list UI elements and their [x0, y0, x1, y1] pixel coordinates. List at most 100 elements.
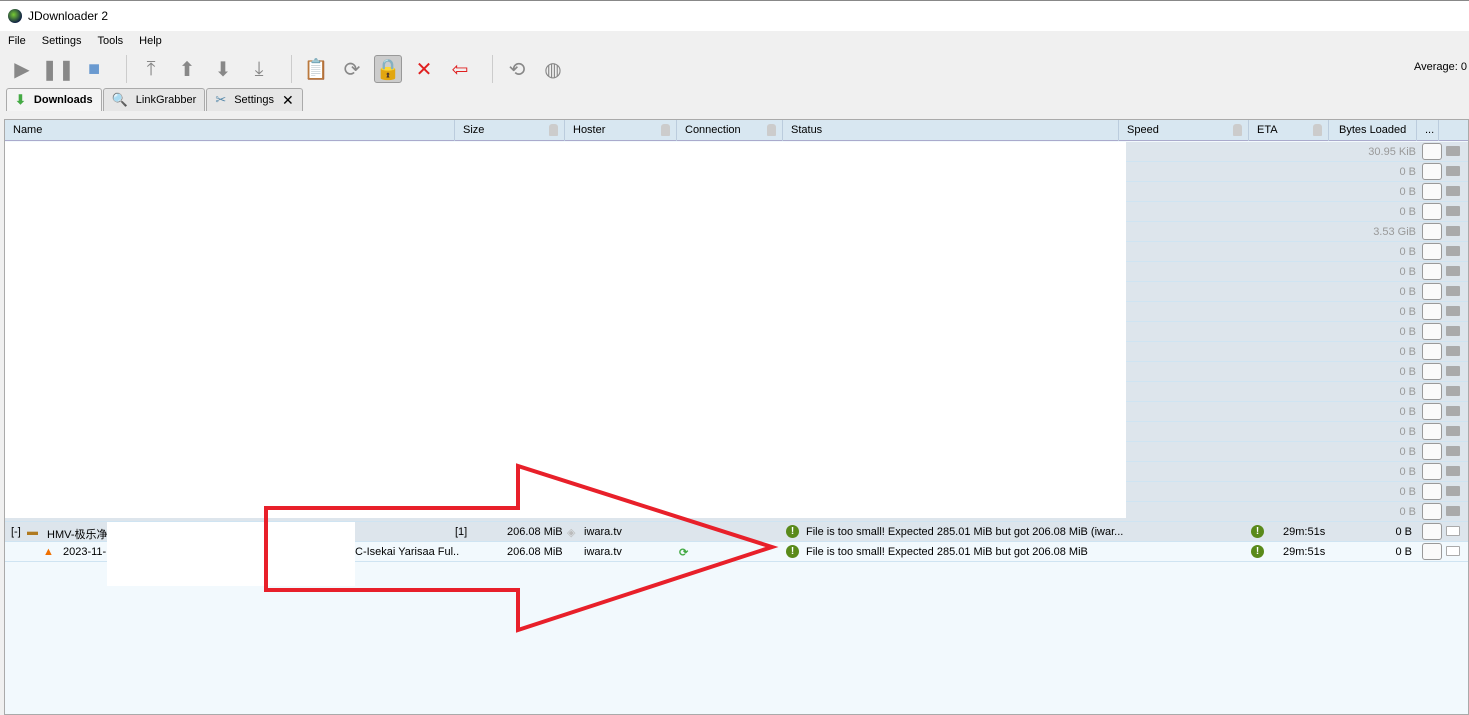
- bytes-loaded: 0 B: [1399, 246, 1416, 258]
- col-label: Bytes Loaded: [1339, 124, 1407, 136]
- toolbar-separator: [492, 55, 493, 83]
- clipboard-icon[interactable]: 📋: [302, 55, 330, 83]
- warning-icon: !: [786, 545, 799, 558]
- download-arrow-icon: ⬇: [15, 92, 26, 107]
- bytes-loaded: 0 B: [1399, 326, 1416, 338]
- stop-icon[interactable]: ■: [80, 55, 108, 83]
- folder-icon[interactable]: [1446, 346, 1460, 356]
- col-status[interactable]: Status: [783, 120, 1119, 141]
- progress-box: [1422, 183, 1442, 200]
- globe-icon[interactable]: ◍: [539, 55, 567, 83]
- col-label: Name: [13, 124, 43, 136]
- bytes-loaded: 0 B: [1399, 286, 1416, 298]
- bytes-loaded: 0 B: [1399, 266, 1416, 278]
- folder-icon[interactable]: [1446, 266, 1460, 276]
- col-connection[interactable]: Connection: [677, 120, 783, 141]
- premium-lock-icon[interactable]: 🔒: [374, 55, 402, 83]
- magnifier-icon: 🔍: [111, 92, 128, 107]
- remove-icon[interactable]: ✕: [410, 55, 438, 83]
- col-size[interactable]: Size: [455, 120, 565, 141]
- warning-icon: !: [1251, 545, 1264, 558]
- tab-label: Downloads: [33, 94, 93, 106]
- menu-help[interactable]: Help: [139, 35, 162, 47]
- progress-box: [1422, 463, 1442, 480]
- folder-icon[interactable]: [1446, 466, 1460, 476]
- col-name[interactable]: Name: [5, 120, 455, 141]
- bytes-loaded: 0 B: [1399, 506, 1416, 518]
- menu-tools[interactable]: Tools: [97, 35, 123, 47]
- progress-box: [1422, 243, 1442, 260]
- bytes-loaded: 0 B: [1399, 406, 1416, 418]
- col-eta[interactable]: ETA: [1249, 120, 1329, 141]
- lock-icon[interactable]: [1233, 124, 1242, 136]
- folder-icon[interactable]: [1446, 506, 1460, 516]
- move-bottom-icon[interactable]: ⤓: [245, 55, 273, 83]
- menu-settings[interactable]: Settings: [42, 35, 82, 47]
- folder-icon[interactable]: [1446, 386, 1460, 396]
- reconnect-icon[interactable]: ⟳: [338, 55, 366, 83]
- lock-icon[interactable]: [549, 124, 558, 136]
- expand-toggle[interactable]: [-]: [11, 526, 21, 538]
- progress-box: [1422, 543, 1442, 560]
- tab-downloads[interactable]: ⬇ Downloads: [6, 88, 102, 111]
- folder-icon[interactable]: [1446, 206, 1460, 216]
- tab-linkgrabber[interactable]: 🔍 LinkGrabber: [102, 88, 206, 111]
- folder-icon[interactable]: [1446, 406, 1460, 416]
- col-label: ...: [1425, 124, 1435, 136]
- col-bytes-loaded[interactable]: Bytes Loaded: [1329, 120, 1417, 141]
- lock-icon[interactable]: [1313, 124, 1322, 136]
- progress-box: [1422, 283, 1442, 300]
- start-icon[interactable]: ▶: [8, 55, 36, 83]
- col-hoster[interactable]: Hoster: [565, 120, 677, 141]
- menu-file[interactable]: File: [8, 35, 26, 47]
- progress-box: [1422, 323, 1442, 340]
- link-size: 206.08 MiB: [507, 546, 563, 558]
- package-eta: 29m:51s: [1283, 526, 1326, 538]
- folder-icon[interactable]: [1446, 426, 1460, 436]
- folder-icon[interactable]: [1446, 146, 1460, 156]
- window-title: JDownloader 2: [28, 9, 109, 23]
- folder-icon[interactable]: [1446, 326, 1460, 336]
- package-status: File is too small! Expected 285.01 MiB b…: [806, 526, 1124, 538]
- tab-bar: ⬇ Downloads 🔍 LinkGrabber ✂ Settings ✕: [0, 87, 1469, 111]
- warning-icon: !: [1251, 525, 1264, 538]
- progress-box: [1422, 143, 1442, 160]
- folder-icon[interactable]: [1446, 486, 1460, 496]
- col-label: ETA: [1257, 124, 1278, 136]
- folder-icon[interactable]: [1446, 186, 1460, 196]
- folder-icon[interactable]: [1446, 286, 1460, 296]
- lock-icon[interactable]: [767, 124, 776, 136]
- folder-icon[interactable]: [1446, 166, 1460, 176]
- folder-icon[interactable]: [1446, 226, 1460, 236]
- link-bytes-loaded: 0 B: [1395, 546, 1412, 558]
- folder-icon[interactable]: [1446, 306, 1460, 316]
- menu-bar: File Settings Tools Help: [0, 31, 1469, 51]
- progress-box: [1422, 443, 1442, 460]
- bytes-loaded: 0 B: [1399, 466, 1416, 478]
- col-more[interactable]: ...: [1417, 120, 1439, 141]
- folder-icon[interactable]: [1446, 366, 1460, 376]
- folder-icon[interactable]: [1446, 246, 1460, 256]
- tab-settings[interactable]: ✂ Settings ✕: [206, 88, 303, 111]
- pause-icon[interactable]: ❚❚: [41, 55, 75, 83]
- table-header: Name Size Hoster Connection Status Speed…: [5, 120, 1468, 141]
- tools-icon: ✂: [215, 92, 227, 107]
- folder-icon[interactable]: [1446, 526, 1460, 536]
- col-speed[interactable]: Speed: [1119, 120, 1249, 141]
- toolbar-separator: [291, 55, 292, 83]
- shutdown-icon[interactable]: ⇦: [446, 55, 474, 83]
- move-down-icon[interactable]: ⬇: [209, 55, 237, 83]
- bytes-loaded: 0 B: [1399, 446, 1416, 458]
- bytes-loaded: 0 B: [1399, 486, 1416, 498]
- update-icon[interactable]: ⟲: [503, 55, 531, 83]
- move-up-icon[interactable]: ⬆: [173, 55, 201, 83]
- bytes-loaded: 0 B: [1399, 426, 1416, 438]
- package-bytes-loaded: 0 B: [1395, 526, 1412, 538]
- lock-icon[interactable]: [661, 124, 670, 136]
- bytes-loaded: 0 B: [1399, 206, 1416, 218]
- move-top-icon[interactable]: ⤒: [137, 55, 165, 83]
- close-tab-icon[interactable]: ✕: [282, 92, 294, 109]
- package-hoster: iwara.tv: [584, 526, 622, 538]
- folder-icon[interactable]: [1446, 546, 1460, 556]
- folder-icon[interactable]: [1446, 446, 1460, 456]
